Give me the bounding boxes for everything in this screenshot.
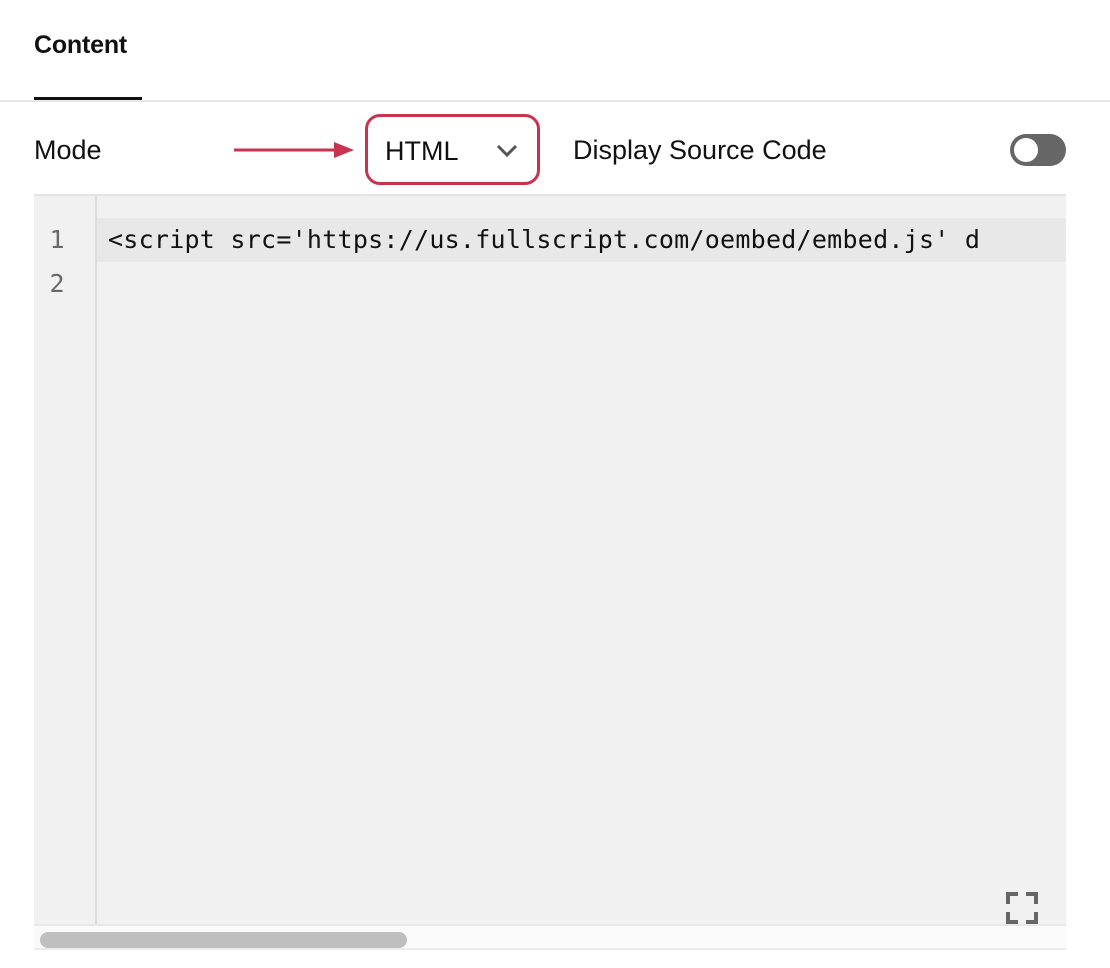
display-source-code-label: Display Source Code	[573, 135, 827, 165]
line-number-gutter	[34, 196, 97, 924]
annotation-arrow-icon	[234, 142, 354, 158]
code-line[interactable]: <script src='https://us.fullscript.com/o…	[108, 225, 980, 254]
tab-bar: Content	[0, 0, 1110, 101]
chevron-down-icon	[496, 144, 518, 158]
horizontal-scrollbar-thumb[interactable]	[40, 932, 407, 948]
line-number: 2	[49, 269, 65, 298]
display-source-code-toggle[interactable]	[1010, 134, 1066, 166]
tab-divider	[0, 100, 1110, 102]
horizontal-scrollbar[interactable]	[34, 924, 1066, 950]
mode-select[interactable]: HTML	[365, 114, 540, 185]
fullscreen-icon[interactable]	[1006, 892, 1038, 924]
toggle-knob	[1014, 138, 1038, 162]
code-editor[interactable]: 1 2 <script src='https://us.fullscript.c…	[34, 194, 1066, 924]
tab-content-label: Content	[34, 31, 128, 59]
tab-content[interactable]: Content	[34, 0, 142, 101]
mode-label: Mode	[34, 135, 102, 165]
mode-select-value: HTML	[385, 136, 459, 166]
line-number: 1	[49, 225, 65, 254]
